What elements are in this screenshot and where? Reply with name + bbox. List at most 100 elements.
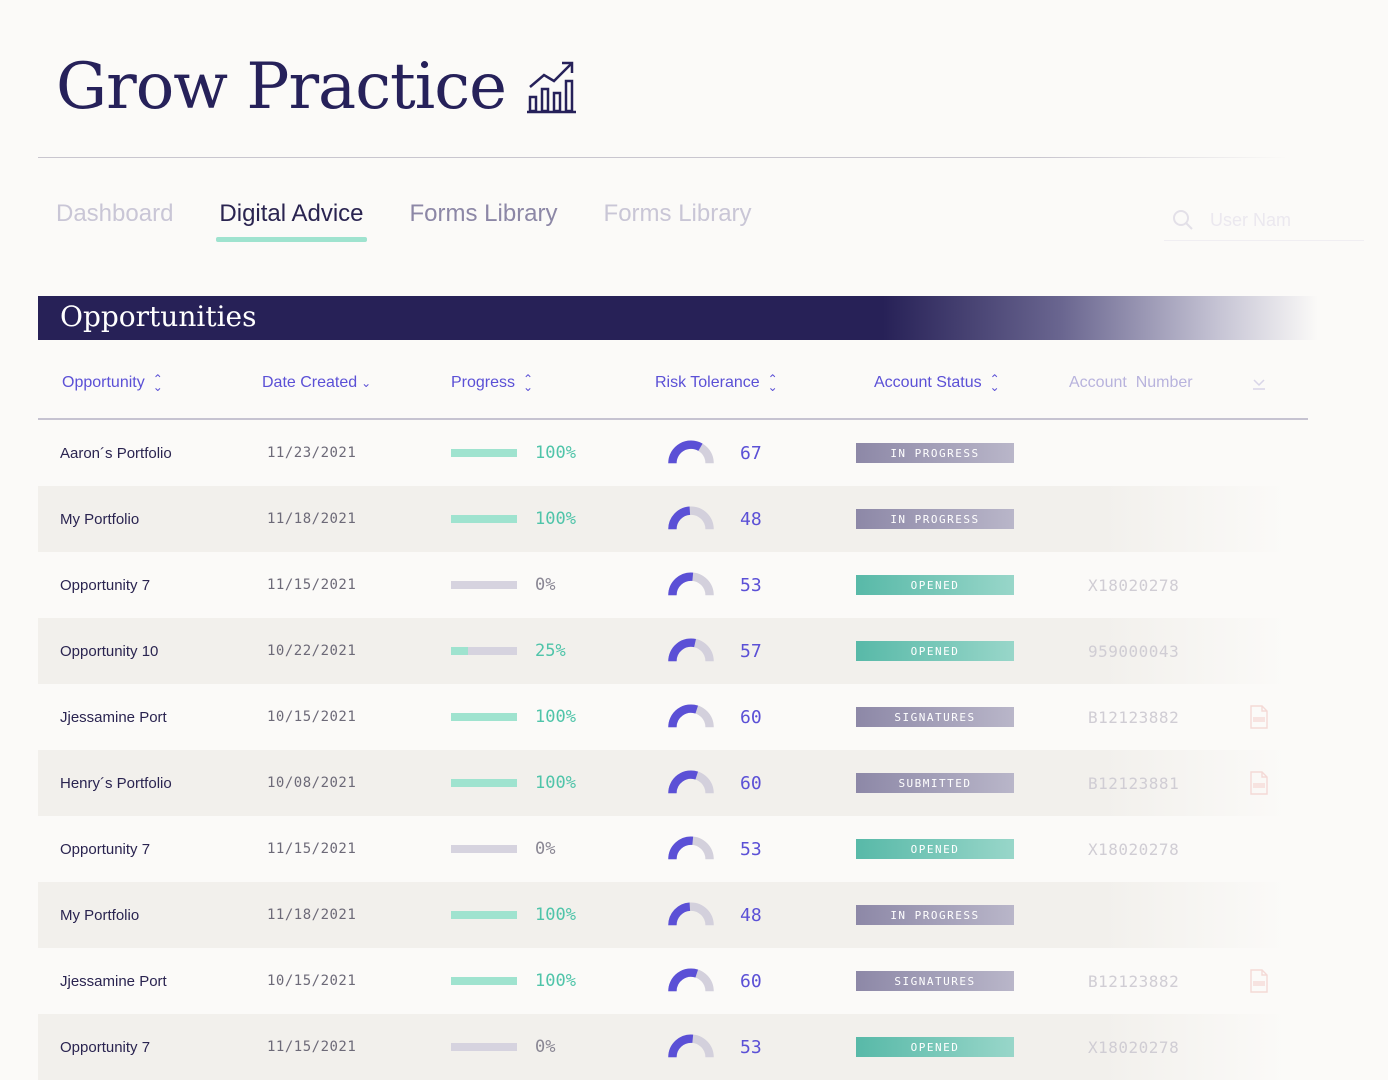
progress-bar-fill [451,977,517,985]
risk-gauge-icon [668,704,714,728]
progress-bar [451,581,517,589]
progress-cell: 0% [451,552,555,618]
risk-cell: 60 [666,948,762,1014]
risk-gauge-icon [668,968,714,992]
opportunity-name[interactable]: My Portfolio [60,486,139,552]
progress-bar [451,845,517,853]
table-row[interactable]: My Portfolio 11/18/2021 100% 48 IN PROGR… [38,882,1288,948]
progress-cell: 100% [451,948,576,1014]
column-header-account-status[interactable]: Account Status ⌃ ⌄ [874,373,1000,393]
date-created: 11/23/2021 [267,445,357,461]
section-title: Opportunities [60,300,257,333]
risk-gauge-icon [668,506,714,530]
progress-cell: 100% [451,684,576,750]
tab-forms-library-2[interactable]: Forms Library [604,200,752,242]
table-row[interactable]: Opportunity 10 10/22/2021 25% 57 OPENED … [38,618,1288,684]
risk-value: 57 [740,640,762,662]
status-badge: IN PROGRESS [856,509,1014,529]
document-icon[interactable] [1248,704,1270,730]
document-cell [1248,750,1270,816]
date-created: 11/15/2021 [267,577,357,593]
table-row[interactable]: My Portfolio 11/18/2021 100% 48 IN PROGR… [38,486,1288,552]
status-badge: IN PROGRESS [856,905,1014,925]
sort-icon: ⌃ ⌄ [152,372,163,394]
status-badge: SIGNATURES [856,707,1014,727]
tab-forms-library[interactable]: Forms Library [410,200,558,242]
table-row[interactable]: Jjessamine Port 10/15/2021 100% 60 SIGNA… [38,948,1288,1014]
table-row[interactable]: Opportunity 7 11/15/2021 0% 53 OPENED X1… [38,552,1288,618]
title-divider [38,157,1288,158]
progress-cell: 0% [451,1014,555,1080]
table-row[interactable]: Opportunity 7 11/15/2021 0% 53 OPENED X1… [38,816,1288,882]
opportunity-name[interactable]: Jjessamine Port [60,948,167,1014]
risk-gauge-icon [668,1034,714,1058]
table-header: Opportunity ⌃ ⌄ Date Created ⌄ Progress ⌃… [38,362,1308,420]
bar-chart-growth-icon [526,61,576,114]
progress-percent: 100% [535,509,576,529]
risk-value: 53 [740,1036,762,1058]
progress-percent: 100% [535,773,576,793]
document-cell [1248,948,1270,1014]
status-cell: OPENED [856,1014,1014,1080]
opportunity-name[interactable]: Opportunity 7 [60,552,150,618]
date-created: 10/15/2021 [267,709,357,725]
progress-percent: 0% [535,839,556,859]
progress-percent: 0% [535,575,556,595]
table-row[interactable]: Jjessamine Port 10/15/2021 100% 60 SIGNA… [38,684,1288,750]
search-input[interactable] [1208,208,1332,232]
column-label: Progress [451,374,516,391]
progress-cell: 100% [451,882,576,948]
progress-percent: 100% [535,971,576,991]
column-header-date-created[interactable]: Date Created ⌄ [262,374,371,392]
risk-cell: 67 [666,420,762,486]
tab-dashboard[interactable]: Dashboard [56,200,173,242]
progress-cell: 100% [451,750,576,816]
progress-percent: 100% [535,443,576,463]
status-cell: IN PROGRESS [856,486,1014,552]
progress-bar-fill [451,515,517,523]
tab-digital-advice[interactable]: Digital Advice [216,200,367,242]
opportunity-name[interactable]: Opportunity 7 [60,1014,150,1080]
download-icon[interactable] [1250,374,1268,392]
account-number: B12123881 [1088,773,1180,793]
progress-percent: 100% [535,905,576,925]
column-header-opportunity[interactable]: Opportunity ⌃ ⌄ [62,372,163,394]
document-icon[interactable] [1248,968,1270,994]
account-number: 959000043 [1088,641,1180,661]
section-header: Opportunities [38,296,1318,340]
table-row[interactable]: Opportunity 7 11/15/2021 0% 53 OPENED X1… [38,1014,1288,1080]
status-cell: SIGNATURES [856,684,1014,750]
opportunity-name[interactable]: Aaron´s Portfolio [60,420,172,486]
opportunity-name[interactable]: Jjessamine Port [60,684,167,750]
opportunities-table: Aaron´s Portfolio 11/23/2021 100% 67 IN … [38,420,1288,1080]
status-cell: IN PROGRESS [856,882,1014,948]
sort-icon: ⌃ ⌄ [767,372,778,394]
risk-gauge-icon [668,836,714,860]
progress-bar [451,977,517,985]
column-header-account-number[interactable]: Account Number [1069,374,1193,392]
date-created: 10/08/2021 [267,775,357,791]
progress-bar [451,911,517,919]
progress-bar-fill [451,779,517,787]
risk-value: 60 [740,772,762,794]
column-header-progress[interactable]: Progress ⌃ ⌄ [451,373,533,393]
document-icon[interactable] [1248,770,1270,796]
account-number: X18020278 [1088,575,1180,595]
opportunity-name[interactable]: Opportunity 10 [60,618,158,684]
opportunity-name[interactable]: Opportunity 7 [60,816,150,882]
progress-bar [451,449,517,457]
status-badge: OPENED [856,1037,1014,1057]
account-number: B12123882 [1088,971,1180,991]
table-row[interactable]: Henry´s Portfolio 10/08/2021 100% 60 SUB… [38,750,1288,816]
risk-gauge-icon [668,572,714,596]
column-label: Opportunity [62,374,145,391]
search-box[interactable] [1164,200,1364,241]
opportunity-name[interactable]: My Portfolio [60,882,139,948]
table-row[interactable]: Aaron´s Portfolio 11/23/2021 100% 67 IN … [38,420,1288,486]
opportunity-name[interactable]: Henry´s Portfolio [60,750,172,816]
date-created: 11/15/2021 [267,841,357,857]
account-number: B12123882 [1088,707,1180,727]
date-created: 11/18/2021 [267,907,357,923]
risk-cell: 60 [666,750,762,816]
column-header-risk-tolerance[interactable]: Risk Tolerance ⌃ ⌄ [655,372,778,394]
